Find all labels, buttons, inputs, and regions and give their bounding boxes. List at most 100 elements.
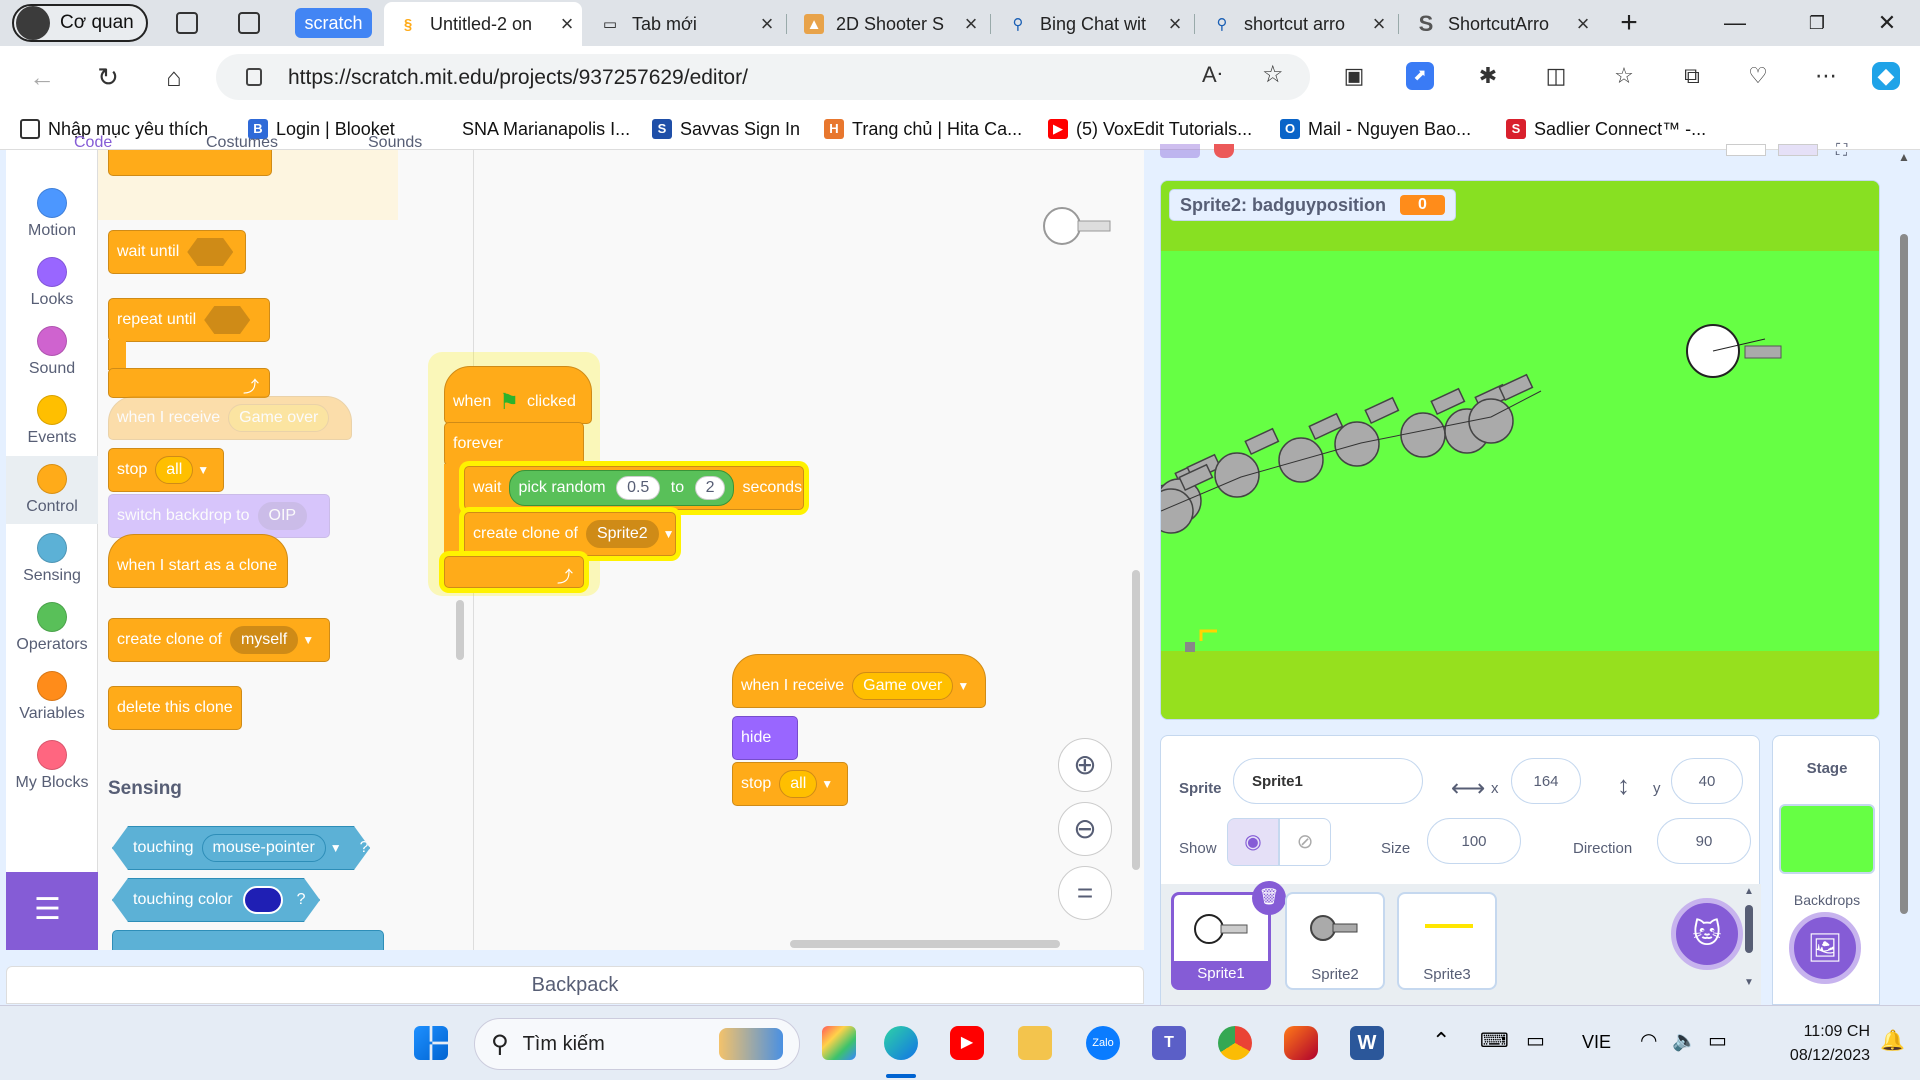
stage-thumbnail[interactable] <box>1779 804 1875 874</box>
wait-random-block[interactable]: wait pick random 0.5 to 2 seconds <box>464 466 804 510</box>
palette-touching-color[interactable]: touching color? <box>112 878 320 922</box>
bookmark-sna[interactable]: SNA Marianapolis I... <box>462 118 630 140</box>
bookmark-sadlier[interactable]: S Sadlier Connect™ -... <box>1506 118 1706 140</box>
palette-switch-backdrop[interactable]: switch backdrop to OIP <box>108 494 330 538</box>
backpack[interactable]: Backpack <box>6 966 1144 1004</box>
sprite-thumb-sprite3[interactable]: Sprite3 <box>1397 892 1497 990</box>
tab-scratch-editor[interactable]: § Untitled-2 on × <box>384 2 582 46</box>
category-my-blocks[interactable]: My Blocks <box>6 740 98 792</box>
edge-icon[interactable] <box>884 1026 918 1060</box>
message-dropdown[interactable]: Game over <box>852 672 954 700</box>
hide-block[interactable]: hide <box>732 716 798 760</box>
stop-all-block[interactable]: stop all ▼ <box>732 762 848 806</box>
stage[interactable]: Sprite2: badguyposition 0 <box>1160 180 1880 720</box>
close-icon[interactable]: × <box>956 11 986 37</box>
palette-when-start-as-clone[interactable]: when I start as a clone <box>108 534 288 588</box>
tray-chevron-icon[interactable]: ⌃ <box>1432 1028 1450 1054</box>
sprite-list-scrollbar[interactable]: ▲ ▼ <box>1743 886 1755 1002</box>
game-app-icon[interactable] <box>1284 1026 1318 1060</box>
favorites-icon[interactable]: ☆ <box>1610 62 1638 90</box>
palette-repeat-until[interactable]: repeat until <box>108 298 270 342</box>
stop-button[interactable] <box>1214 144 1234 158</box>
close-icon[interactable]: × <box>552 11 582 37</box>
create-clone-block[interactable]: create clone of Sprite2 ▼ <box>464 512 676 556</box>
category-motion[interactable]: Motion <box>6 188 98 240</box>
category-sound[interactable]: Sound <box>6 326 98 378</box>
tab-new[interactable]: ▭ Tab mới × <box>586 4 782 44</box>
close-icon[interactable]: × <box>1160 11 1190 37</box>
code-vscrollbar[interactable] <box>1132 570 1140 870</box>
wifi-icon[interactable]: ◠ <box>1640 1028 1657 1053</box>
zoom-reset-button[interactable]: = <box>1058 866 1112 920</box>
show-hidden-button[interactable]: ⊘ <box>1279 818 1331 866</box>
start-icon[interactable] <box>414 1026 448 1060</box>
color-swatch[interactable] <box>243 886 283 914</box>
restore-icon[interactable]: ❐ <box>1802 8 1832 38</box>
display-icon[interactable]: ▭ <box>1526 1028 1545 1053</box>
battery-icon[interactable]: ▭ <box>1708 1028 1727 1053</box>
bookmark-hita[interactable]: H Trang chủ | Hita Ca... <box>824 118 1022 140</box>
back-icon[interactable]: ← <box>26 61 58 93</box>
tab-shortcut-search[interactable]: ⚲ shortcut arro × <box>1198 4 1394 44</box>
collections-icon[interactable]: ⧉ <box>1678 62 1706 90</box>
add-extension-button[interactable]: ☰ <box>6 872 98 950</box>
palette-wait-until[interactable]: wait until <box>108 230 246 274</box>
bookmark-mail[interactable]: O Mail - Nguyen Bao... <box>1280 118 1471 140</box>
close-window-icon[interactable]: ✕ <box>1872 8 1902 38</box>
delete-sprite-icon[interactable]: 🗑 <box>1252 881 1286 915</box>
zoom-out-button[interactable]: ⊖ <box>1058 802 1112 856</box>
language-indicator[interactable]: VIE <box>1582 1032 1611 1053</box>
copilot-icon[interactable]: ◆ <box>1872 62 1900 90</box>
x-input[interactable]: 164 <box>1511 758 1581 804</box>
close-icon[interactable]: × <box>1364 11 1394 37</box>
choose-backdrop-button[interactable]: 🖼 <box>1789 912 1861 984</box>
large-stage-button[interactable] <box>1778 144 1818 156</box>
size-input[interactable]: 100 <box>1427 818 1521 864</box>
small-stage-button[interactable] <box>1726 144 1766 156</box>
when-flag-clicked-block[interactable]: when ⚑ clicked <box>444 366 592 424</box>
home-icon[interactable]: ⌂ <box>158 61 190 93</box>
notification-icon[interactable]: 🔔 <box>1880 1028 1905 1053</box>
favorite-star-icon[interactable]: ☆ <box>1262 60 1284 89</box>
zoom-in-button[interactable]: ⊕ <box>1058 738 1112 792</box>
when-i-receive-block[interactable]: when I receive Game over ▼ <box>732 654 986 708</box>
category-events[interactable]: Events <box>6 395 98 447</box>
random-from-input[interactable]: 0.5 <box>616 476 661 500</box>
palette-stop[interactable]: stop all ▼ <box>108 448 224 492</box>
refresh-icon[interactable]: ↻ <box>92 61 124 93</box>
read-aloud-icon[interactable]: Aᐧ <box>1202 62 1222 88</box>
category-looks[interactable]: Looks <box>6 257 98 309</box>
tab-actions-icon[interactable] <box>238 12 260 34</box>
palette-when-receive[interactable]: when I receive Game over <box>108 396 352 440</box>
workspaces-icon[interactable] <box>176 12 198 34</box>
sprite-name-input[interactable]: Sprite1 <box>1233 758 1423 804</box>
close-icon[interactable]: × <box>752 11 782 37</box>
tab-bing-chat[interactable]: ⚲ Bing Chat wit × <box>994 4 1190 44</box>
fullscreen-icon[interactable]: ⛶ <box>1836 142 1847 160</box>
category-variables[interactable]: Variables <box>6 671 98 723</box>
palette-delete-clone[interactable]: delete this clone <box>108 686 242 730</box>
clone-target-dropdown[interactable]: Sprite2 <box>585 520 659 548</box>
category-control[interactable]: Control <box>6 456 98 524</box>
bookmark-voxedit[interactable]: ▶ (5) VoxEdit Tutorials... <box>1048 118 1252 140</box>
palette-scrollbar[interactable] <box>456 600 464 660</box>
choose-sprite-button[interactable]: 🐱 <box>1671 898 1743 970</box>
tab-2d-shooter[interactable]: ▲ 2D Shooter S × <box>790 4 986 44</box>
direction-input[interactable]: 90 <box>1657 818 1751 864</box>
minimize-icon[interactable]: — <box>1720 8 1750 38</box>
show-visible-button[interactable]: ◉ <box>1227 818 1279 866</box>
y-input[interactable]: 40 <box>1671 758 1743 804</box>
page-scrollbar[interactable]: ▲ <box>1896 150 1912 970</box>
tab-shortcut-arrow[interactable]: S ShortcutArro × <box>1402 4 1598 44</box>
clock[interactable]: 11:09 CH 08/12/2023 <box>1760 1020 1870 1068</box>
file-explorer-icon[interactable] <box>1018 1026 1052 1060</box>
address-bar[interactable]: https://scratch.mit.edu/projects/9372576… <box>216 54 1310 100</box>
keyboard-icon[interactable]: ⌨ <box>1480 1028 1509 1053</box>
forever-block[interactable]: forever <box>444 422 584 466</box>
code-hscrollbar[interactable] <box>790 940 1060 948</box>
performance-icon[interactable]: ♡ <box>1744 62 1772 90</box>
category-sensing[interactable]: Sensing <box>6 533 98 585</box>
close-icon[interactable]: × <box>1568 11 1598 37</box>
stop-option-dropdown[interactable]: all <box>779 770 818 798</box>
palette-create-clone[interactable]: create clone of myself ▼ <box>108 618 330 662</box>
